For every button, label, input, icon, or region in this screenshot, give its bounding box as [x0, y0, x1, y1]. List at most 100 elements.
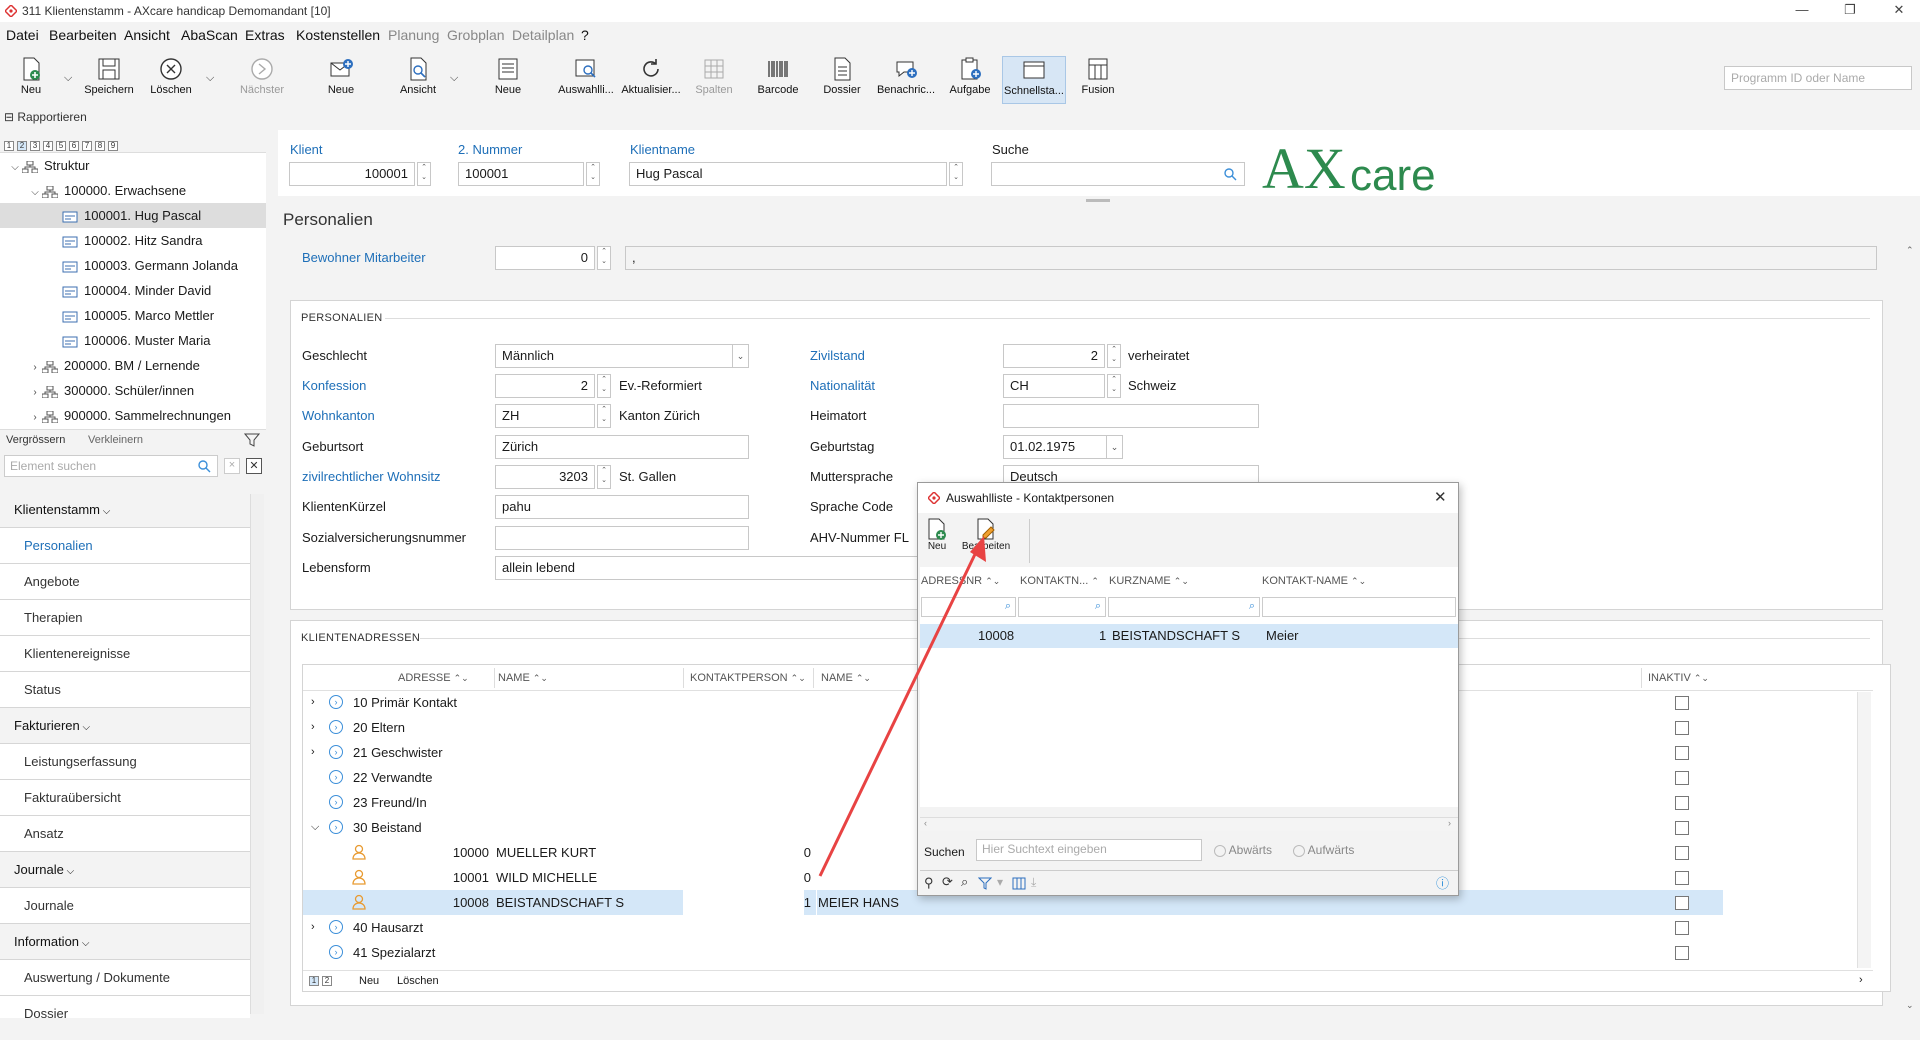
shrink-button[interactable]: Verkleinern	[88, 434, 143, 446]
nav-item[interactable]: Personalien	[0, 528, 250, 564]
search-up-radio[interactable]: Aufwärts	[1293, 843, 1354, 857]
delete-button[interactable]: Löschen	[148, 56, 194, 104]
chevron-right-icon[interactable]: ›	[311, 690, 315, 715]
group-expand-icon[interactable]: ›	[329, 820, 343, 834]
tree-level-8-button[interactable]: 8	[95, 141, 105, 151]
filter-adressnr-input[interactable]: ⌕	[921, 597, 1016, 617]
client-name-stepper[interactable]: ⌃ ⌄	[949, 162, 963, 186]
inaktiv-checkbox[interactable]	[1675, 871, 1689, 885]
nav-group[interactable]: Klientenstamm ⌵	[0, 492, 250, 528]
bewohner-input[interactable]: 0	[495, 246, 595, 270]
inaktiv-checkbox[interactable]	[1675, 771, 1689, 785]
kuerzel-input[interactable]: pahu	[495, 495, 749, 519]
chevron-right-icon[interactable]: ›	[311, 740, 315, 765]
dialog-row[interactable]: 10008 1 BEISTANDSCHAFT S Meier	[920, 624, 1458, 648]
tree-level-6-button[interactable]: 6	[69, 141, 79, 151]
wohnkanton-stepper[interactable]: ⌃ ⌄	[597, 404, 611, 428]
group-expand-icon[interactable]: ›	[329, 720, 343, 734]
maximize-button[interactable]: ❐	[1835, 2, 1865, 20]
nav-item[interactable]: Ansatz	[0, 816, 250, 852]
grid-new-button[interactable]: Neu	[359, 975, 379, 987]
clear-search-icon[interactable]: ×	[224, 458, 240, 474]
inaktiv-checkbox[interactable]	[1675, 721, 1689, 735]
tree-level-7-button[interactable]: 7	[82, 141, 92, 151]
filter-icon[interactable]	[244, 433, 260, 447]
filter-icon[interactable]	[978, 877, 992, 890]
new-form-button[interactable]: Neue	[492, 56, 524, 104]
nav-item[interactable]: Therapien	[0, 600, 250, 636]
element-search-input[interactable]: Element suchen	[4, 455, 218, 477]
chevron-right-icon[interactable]: ›	[311, 915, 315, 940]
view-dropdown-chevron-icon[interactable]: ⌵	[450, 72, 458, 85]
menu-abascan[interactable]: AbaScan	[181, 27, 238, 43]
tree-node[interactable]: 100005. Marco Mettler	[0, 303, 266, 328]
menu-bearbeiten[interactable]: Bearbeiten	[49, 27, 117, 43]
geburtstag-chevron-icon[interactable]: ⌄	[1107, 435, 1123, 459]
geburtstag-input[interactable]: 01.02.1975	[1003, 435, 1107, 459]
menu-detailplan[interactable]: Detailplan	[512, 27, 574, 43]
nav-group[interactable]: Journale ⌵	[0, 852, 250, 888]
chevron-right-icon[interactable]: ›	[28, 380, 42, 405]
tree-node[interactable]: 100006. Muster Maria	[0, 328, 266, 353]
chevron-right-icon[interactable]: ›	[28, 355, 42, 380]
rapportieren-toggle[interactable]: ⊟ Rapportieren	[4, 110, 87, 124]
search-icon[interactable]: ⌕	[961, 874, 968, 890]
tree-node[interactable]: ⌵ 100000. Erwachsene	[0, 178, 266, 203]
refresh-button[interactable]: Aktualisier...	[620, 56, 682, 104]
chevron-down-icon[interactable]: ⌵	[8, 155, 22, 180]
filter-kontaktnr-input[interactable]: ⌕	[1018, 597, 1106, 617]
client-search-icon[interactable]	[1224, 168, 1237, 181]
heimatort-input[interactable]	[1003, 404, 1259, 428]
selection-list-button[interactable]: Auswahlli...	[556, 56, 616, 104]
dialog-close-icon[interactable]: ✕	[1434, 488, 1447, 506]
menu-extras[interactable]: Extras	[245, 27, 285, 43]
filter-kontaktname-input[interactable]	[1262, 597, 1456, 617]
delete-dropdown-chevron-icon[interactable]: ⌵	[206, 72, 214, 85]
dialog-col-kontaktnr[interactable]: KONTAKTN... ⌃	[1020, 575, 1099, 587]
form-scrollbar[interactable]: ⌃ ⌄	[1904, 240, 1918, 1010]
client-search-input[interactable]	[991, 162, 1245, 186]
nationalitaet-input[interactable]: CH	[1003, 374, 1105, 398]
new-button[interactable]: Neu	[16, 56, 46, 104]
zivilstand-stepper[interactable]: ⌃ ⌄	[1107, 344, 1121, 368]
search-down-radio[interactable]: Abwärts	[1214, 843, 1272, 857]
columns-button[interactable]: Spalten	[694, 56, 734, 104]
nav-item[interactable]: Journale	[0, 888, 250, 924]
nav-item[interactable]: Angebote	[0, 564, 250, 600]
group-expand-icon[interactable]: ›	[329, 920, 343, 934]
close-search-icon[interactable]: ✕	[246, 458, 262, 474]
enlarge-button[interactable]: Vergrössern	[6, 434, 65, 446]
group-expand-icon[interactable]: ›	[329, 770, 343, 784]
fusion-button[interactable]: Fusion	[1078, 56, 1118, 104]
nav-item[interactable]: Fakturaübersicht	[0, 780, 250, 816]
tree-node[interactable]: › 200000. BM / Lernende	[0, 353, 266, 378]
save-button[interactable]: Speichern	[84, 56, 134, 104]
tree-node[interactable]: › 300000. Schüler/innen	[0, 378, 266, 403]
nav-item[interactable]: Leistungserfassung	[0, 744, 250, 780]
export-icon[interactable]: ⤓	[1031, 875, 1036, 890]
col-name2[interactable]: NAME ⌃⌄	[821, 672, 871, 684]
inaktiv-checkbox[interactable]	[1675, 921, 1689, 935]
notification-button[interactable]: Benachric...	[876, 56, 936, 104]
group-expand-icon[interactable]: ›	[329, 695, 343, 709]
nav-group[interactable]: Fakturieren ⌵	[0, 708, 250, 744]
konfession-input[interactable]: 2	[495, 374, 595, 398]
menu-help[interactable]: ?	[581, 27, 589, 43]
chevron-right-icon[interactable]: ›	[28, 405, 42, 430]
menu-datei[interactable]: Datei	[6, 27, 39, 43]
menu-grobplan[interactable]: Grobplan	[447, 27, 505, 43]
view-button[interactable]: Ansicht	[398, 56, 438, 104]
page-1-button[interactable]: 1	[309, 976, 319, 986]
nav-item[interactable]: Auswertung / Dokumente	[0, 960, 250, 996]
client-name-input[interactable]: Hug Pascal	[629, 162, 947, 186]
pin-icon[interactable]: ⚲	[924, 875, 934, 891]
dialog-hscrollbar[interactable]: ‹ ›	[920, 817, 1458, 831]
program-search-input[interactable]: Programm ID oder Name	[1724, 66, 1912, 90]
tree-node[interactable]: › 900000. Sammelrechnungen	[0, 403, 266, 428]
col-kontaktperson[interactable]: KONTAKTPERSON ⌃⌄	[690, 672, 806, 684]
tree-node[interactable]: 100004. Minder David	[0, 278, 266, 303]
quickstart-button[interactable]: Schnellsta...	[1002, 56, 1066, 104]
grid-delete-button[interactable]: Löschen	[397, 975, 439, 987]
col-inaktiv[interactable]: INAKTIV ⌃⌄	[1648, 672, 1709, 684]
nav-item[interactable]: Klientenereignisse	[0, 636, 250, 672]
